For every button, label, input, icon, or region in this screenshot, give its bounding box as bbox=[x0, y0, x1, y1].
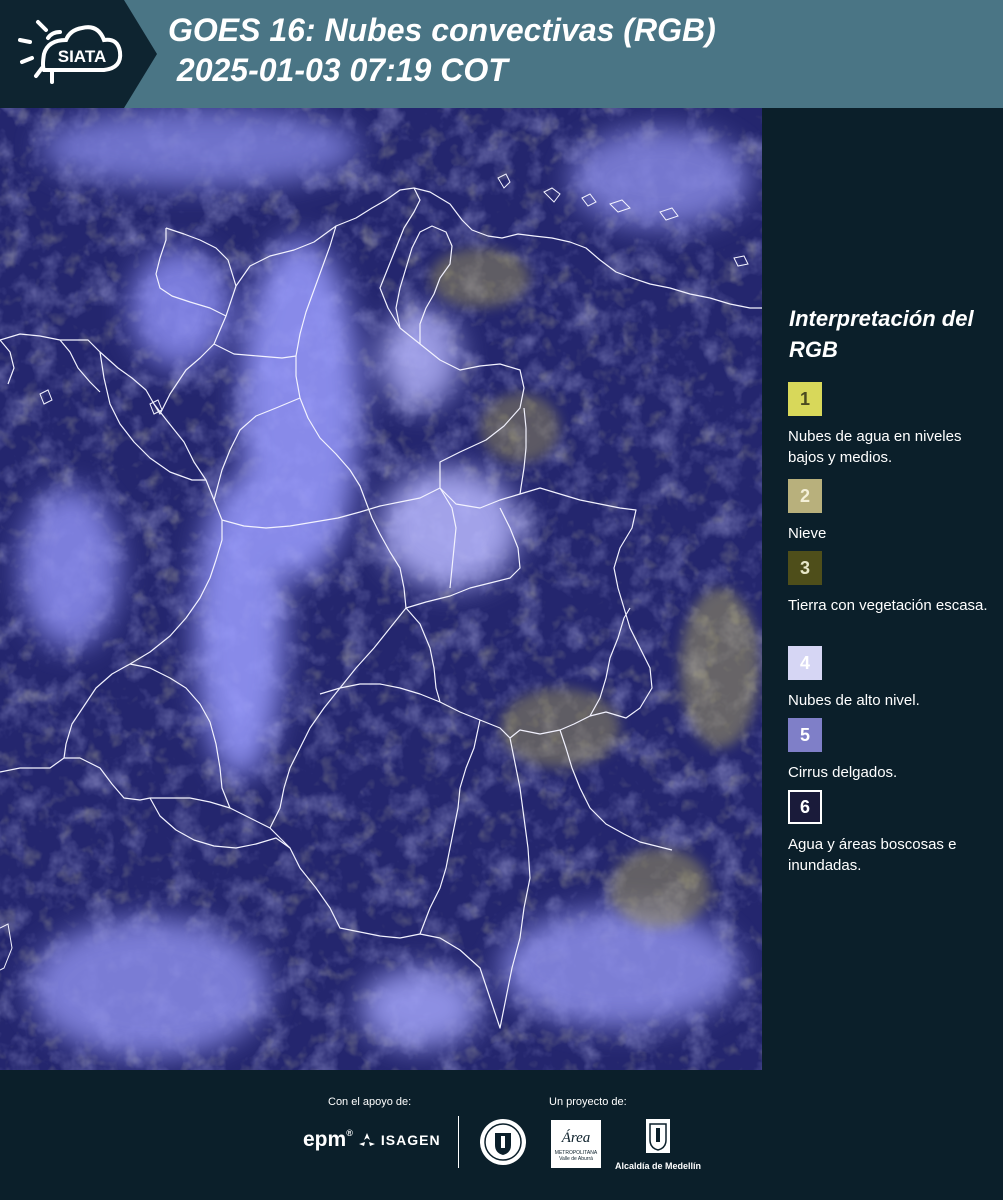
satellite-map[interactable] bbox=[0, 108, 762, 1070]
header-bar: SIATA GOES 16: Nubes convectivas (RGB) 2… bbox=[0, 0, 1003, 108]
legend-item-6: 6 Agua y áreas boscosas e inundadas. bbox=[788, 790, 998, 876]
legend-item-3: 3 Tierra con vegetación escasa. bbox=[788, 551, 998, 616]
area-logo-text: Área bbox=[561, 1130, 591, 1146]
footer-divider bbox=[458, 1116, 459, 1168]
legend-panel: Interpretación del RGB 1 Nubes de agua e… bbox=[762, 108, 1003, 1070]
siata-logo[interactable]: SIATA bbox=[0, 0, 157, 108]
medellin-seal-icon bbox=[480, 1119, 526, 1165]
project-label: Un proyecto de: bbox=[549, 1096, 627, 1108]
legend-label-2: Nieve bbox=[788, 525, 827, 542]
alcaldia-logo-text: Alcaldía de Medellín bbox=[614, 1161, 702, 1171]
page-title: GOES 16: Nubes convectivas (RGB) 2025-01… bbox=[168, 10, 716, 90]
legend-item-5: 5 Cirrus delgados. bbox=[788, 718, 998, 783]
title-line-1: GOES 16: Nubes convectivas (RGB) bbox=[168, 12, 716, 48]
siata-logo-text: SIATA bbox=[58, 47, 106, 66]
legend-swatch-2: 2 bbox=[788, 479, 822, 513]
alcaldia-crest-icon bbox=[646, 1119, 670, 1153]
legend-label-6: Agua y áreas boscosas e inundadas. bbox=[788, 836, 957, 874]
legend-item-2: 2 Nieve bbox=[788, 479, 998, 544]
legend-title: Interpretación del RGB bbox=[789, 306, 974, 362]
legend-item-1: 1 Nubes de agua en niveles bajos y medio… bbox=[788, 382, 998, 468]
epm-logo-text: epm bbox=[303, 1128, 347, 1151]
legend-number-1: 1 bbox=[799, 388, 810, 409]
legend-label-4: Nubes de alto nivel. bbox=[788, 692, 920, 709]
legend-number-3: 3 bbox=[799, 557, 810, 578]
legend-swatch-1: 1 bbox=[788, 382, 822, 416]
area-metropolitana-logo[interactable]: Área METROPOLITANA Valle de Aburrá bbox=[551, 1120, 601, 1168]
title-line-2: 2025-01-03 07:19 COT bbox=[168, 52, 508, 88]
legend-item-4: 4 Nubes de alto nivel. bbox=[788, 646, 998, 711]
support-label: Con el apoyo de: bbox=[328, 1096, 412, 1108]
isagen-logo-text: ISAGEN bbox=[380, 1132, 441, 1148]
medellin-seal-logo[interactable] bbox=[478, 1117, 528, 1172]
legend-number-6: 6 bbox=[799, 796, 810, 817]
legend-label-3: Tierra con vegetación escasa. bbox=[788, 597, 988, 614]
isagen-mark-icon bbox=[359, 1133, 375, 1147]
legend-number-5: 5 bbox=[799, 724, 810, 745]
legend-label-1: Nubes de agua en niveles bajos y medios. bbox=[788, 428, 962, 466]
epm-logo[interactable]: epm® bbox=[303, 1128, 353, 1152]
legend-swatch-5: 5 bbox=[788, 718, 822, 752]
legend-swatch-6: 6 bbox=[788, 790, 822, 824]
footer-bar: Con el apoyo de: Un proyecto de: epm® IS… bbox=[0, 1070, 1003, 1200]
legend-number-2: 2 bbox=[799, 485, 810, 506]
legend-label-5: Cirrus delgados. bbox=[788, 764, 898, 781]
legend-swatch-3: 3 bbox=[788, 551, 822, 585]
alcaldia-medellin-logo[interactable]: Alcaldía de Medellín bbox=[612, 1118, 704, 1171]
legend-swatch-4: 4 bbox=[788, 646, 822, 680]
legend-number-4: 4 bbox=[799, 652, 810, 673]
area-logo-sub2: Valle de Aburrá bbox=[559, 1156, 593, 1162]
isagen-logo[interactable]: ISAGEN bbox=[358, 1132, 441, 1150]
